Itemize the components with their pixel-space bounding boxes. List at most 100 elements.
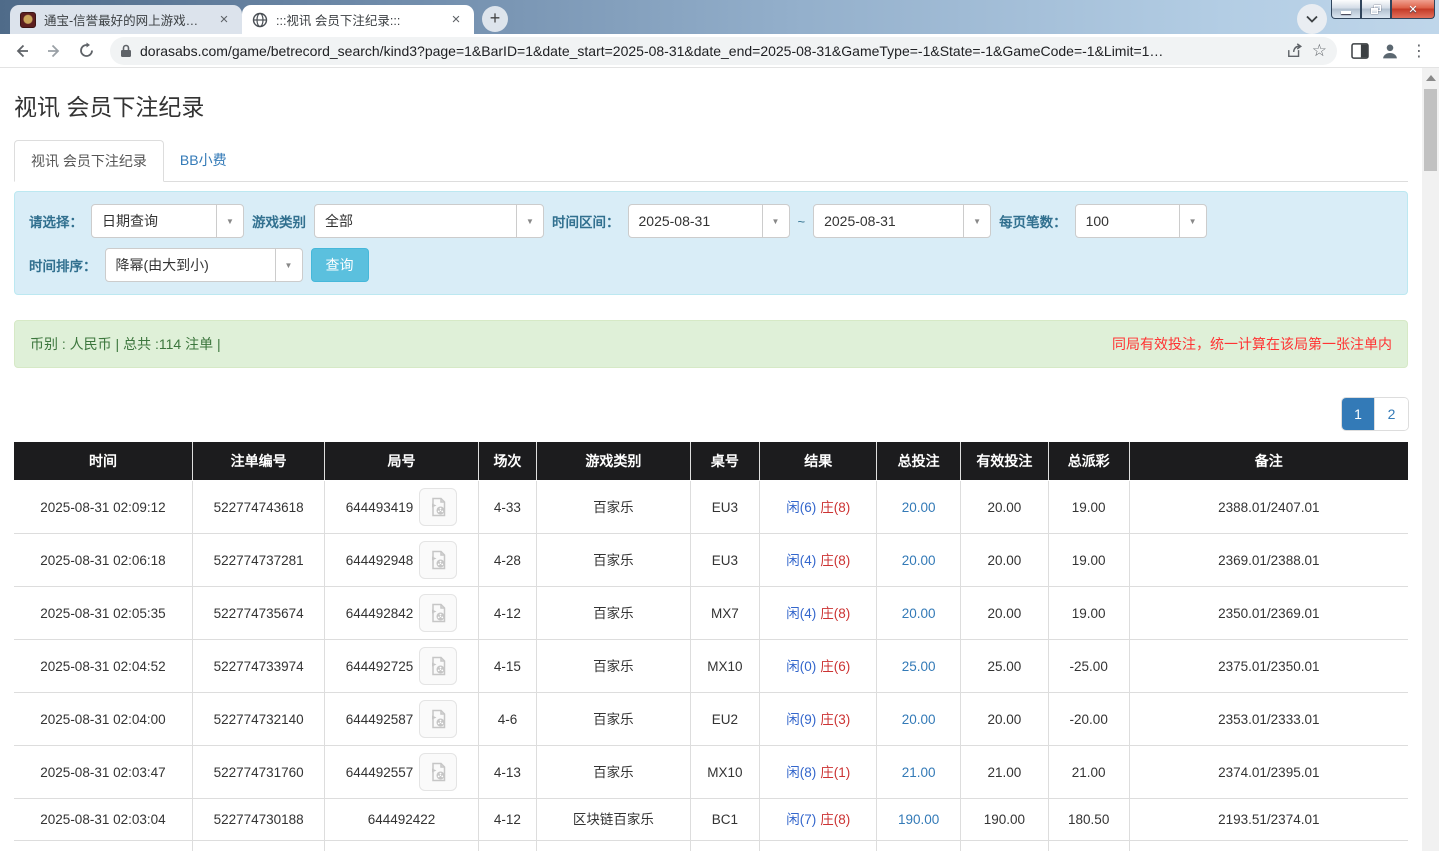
round-number: 644492557 [345,764,414,780]
video-replay-button[interactable] [419,753,458,791]
column-header: 局号 [324,442,479,481]
cell-table-no: EU2 [689,692,761,746]
video-replay-button[interactable] [419,594,458,632]
tab-title: 通宝-信誉最好的网上游戏平台 [44,14,208,28]
total-bet-link[interactable]: 20.00 [902,712,936,727]
total-bet-link[interactable]: 190.00 [898,812,939,827]
globe-icon [252,12,268,27]
cell-valid-bet: 21.00 [959,745,1049,799]
column-header: 游戏类别 [536,442,691,481]
minimize-button[interactable] [1331,0,1361,19]
video-replay-button[interactable] [419,700,458,738]
page-size-label: 每页笔数： [999,215,1067,230]
side-panel-icon[interactable] [1351,42,1369,59]
chevron-down-icon: ▼ [216,205,243,237]
cell-game-type: 百家乐 [536,480,691,534]
total-bet-link[interactable]: 20.00 [902,500,936,515]
cell-payout: 19.00 [1047,533,1130,587]
cell-valid-bet: 190.00 [959,798,1049,841]
cell-payout: 180.50 [1047,798,1130,841]
address-bar[interactable]: dorasabs.com/game/betrecord_search/kind3… [110,36,1337,65]
cell-note: 2353.01/2333.01 [1128,692,1408,746]
tab-bb-tips[interactable]: BB小费 [164,140,243,181]
cell-note: 1908.51/2193.51 [1128,840,1408,851]
cell-payout: 285.00 [1047,840,1130,851]
cell-valid-bet: 20.00 [959,586,1049,640]
cell-payout: -25.00 [1047,639,1130,693]
tab-video-bet-records[interactable]: 视讯 会员下注纪录 [14,140,164,182]
tab-title: :::视讯 会员下注纪录::: [276,14,401,28]
profile-avatar-icon[interactable] [1379,40,1401,62]
cell-session: 4-28 [477,533,538,587]
game-type-select[interactable]: 全部 ▼ [314,204,544,238]
cell-bet-no: 522774732140 [191,692,326,746]
cell-result: 闲(4) 庄(8) [759,586,878,640]
column-header: 备注 [1129,442,1408,481]
cell-total-bet: 190.00 [876,798,961,841]
video-replay-button[interactable] [419,647,458,685]
date-start-select[interactable]: 2025-08-31 ▼ [627,204,790,238]
restore-button[interactable] [1361,0,1391,19]
url-text: dorasabs.com/game/betrecord_search/kind3… [140,42,1164,59]
scrollbar-up-arrow-icon[interactable] [1426,75,1436,81]
page-scrollbar[interactable] [1422,68,1439,851]
page-button-2[interactable]: 2 [1375,398,1408,430]
total-bet-link[interactable]: 20.00 [902,606,936,621]
cell-total-bet: 300.00 [876,840,961,851]
scrollbar-thumb[interactable] [1424,89,1437,171]
cell-round-no: 644492725 [324,639,479,693]
cell-game-type: 区块链百家乐 [536,840,691,851]
date-end-select[interactable]: 2025-08-31 ▼ [813,204,992,238]
page-size-select[interactable]: 100 ▼ [1074,204,1207,238]
table-row: 2025-08-31 02:05:35 522774735674 644492842… [14,586,1408,640]
cell-note: 2374.01/2395.01 [1128,745,1408,799]
round-number: 644492587 [345,711,414,727]
cell-session: 4-10 [477,840,538,851]
reload-button[interactable] [72,37,100,65]
bookmark-star-icon[interactable]: ☆ [1312,41,1327,61]
page-button-1[interactable]: 1 [1342,398,1375,430]
close-window-button[interactable]: ✕ [1391,0,1435,19]
cell-bet-no: 522774731760 [191,745,326,799]
cell-game-type: 百家乐 [536,586,691,640]
cell-payout: 19.00 [1047,480,1130,534]
cell-result: 闲(4)庄(7) [759,840,878,851]
new-tab-button[interactable]: + [482,6,508,32]
close-tab-icon[interactable]: × [216,12,232,28]
total-bet-link[interactable]: 25.00 [902,659,936,674]
sort-select[interactable]: 降幂(由大到小) ▼ [104,248,303,282]
chevron-down-icon: ▼ [274,249,302,281]
cell-time: 2025-08-31 02:03:47 [14,745,193,799]
table-row: 2025-08-31 02:09:12 522774743618 644493419… [14,480,1408,534]
cell-result: 闲(7) 庄(8) [759,798,878,841]
video-replay-icon [432,656,446,676]
chevron-down-icon: ▼ [1178,205,1206,237]
browser-menu-icon[interactable]: ⋮ [1411,41,1427,61]
cell-bet-no: 522774737281 [191,533,326,587]
cell-bet-no: 522774730188 [191,798,326,841]
video-replay-button[interactable] [419,488,458,526]
close-tab-icon[interactable]: × [448,12,464,28]
browser-tab-inactive[interactable]: 通宝-信誉最好的网上游戏平台 × [10,5,242,34]
total-bet-link[interactable]: 20.00 [902,553,936,568]
cell-result: 闲(9) 庄(3) [759,692,878,746]
search-button[interactable]: 查询 [310,248,369,282]
tab-search-button[interactable] [1297,4,1327,34]
cell-game-type: 百家乐 [536,533,691,587]
video-replay-button[interactable] [419,541,458,579]
column-header: 总派彩 [1048,442,1130,481]
cell-game-type: 区块链百家乐 [536,798,691,841]
cell-total-bet: 20.00 [876,586,961,640]
cell-game-type: 百家乐 [536,639,691,693]
browser-tab-active[interactable]: :::视讯 会员下注纪录::: × [242,5,474,34]
share-icon[interactable] [1286,42,1304,59]
total-bet-link[interactable]: 21.00 [902,765,936,780]
back-button[interactable] [8,37,36,65]
cell-note: 2350.01/2369.01 [1128,586,1408,640]
video-replay-icon [432,497,446,517]
query-type-select[interactable]: 日期查询 ▼ [91,204,244,238]
cell-result: 闲(4) 庄(8) [759,533,878,587]
chevron-down-icon: ▼ [761,205,789,237]
table-row: 2025-08-31 02:01:48522774727558644492222… [14,840,1408,851]
forward-button[interactable] [40,37,68,65]
